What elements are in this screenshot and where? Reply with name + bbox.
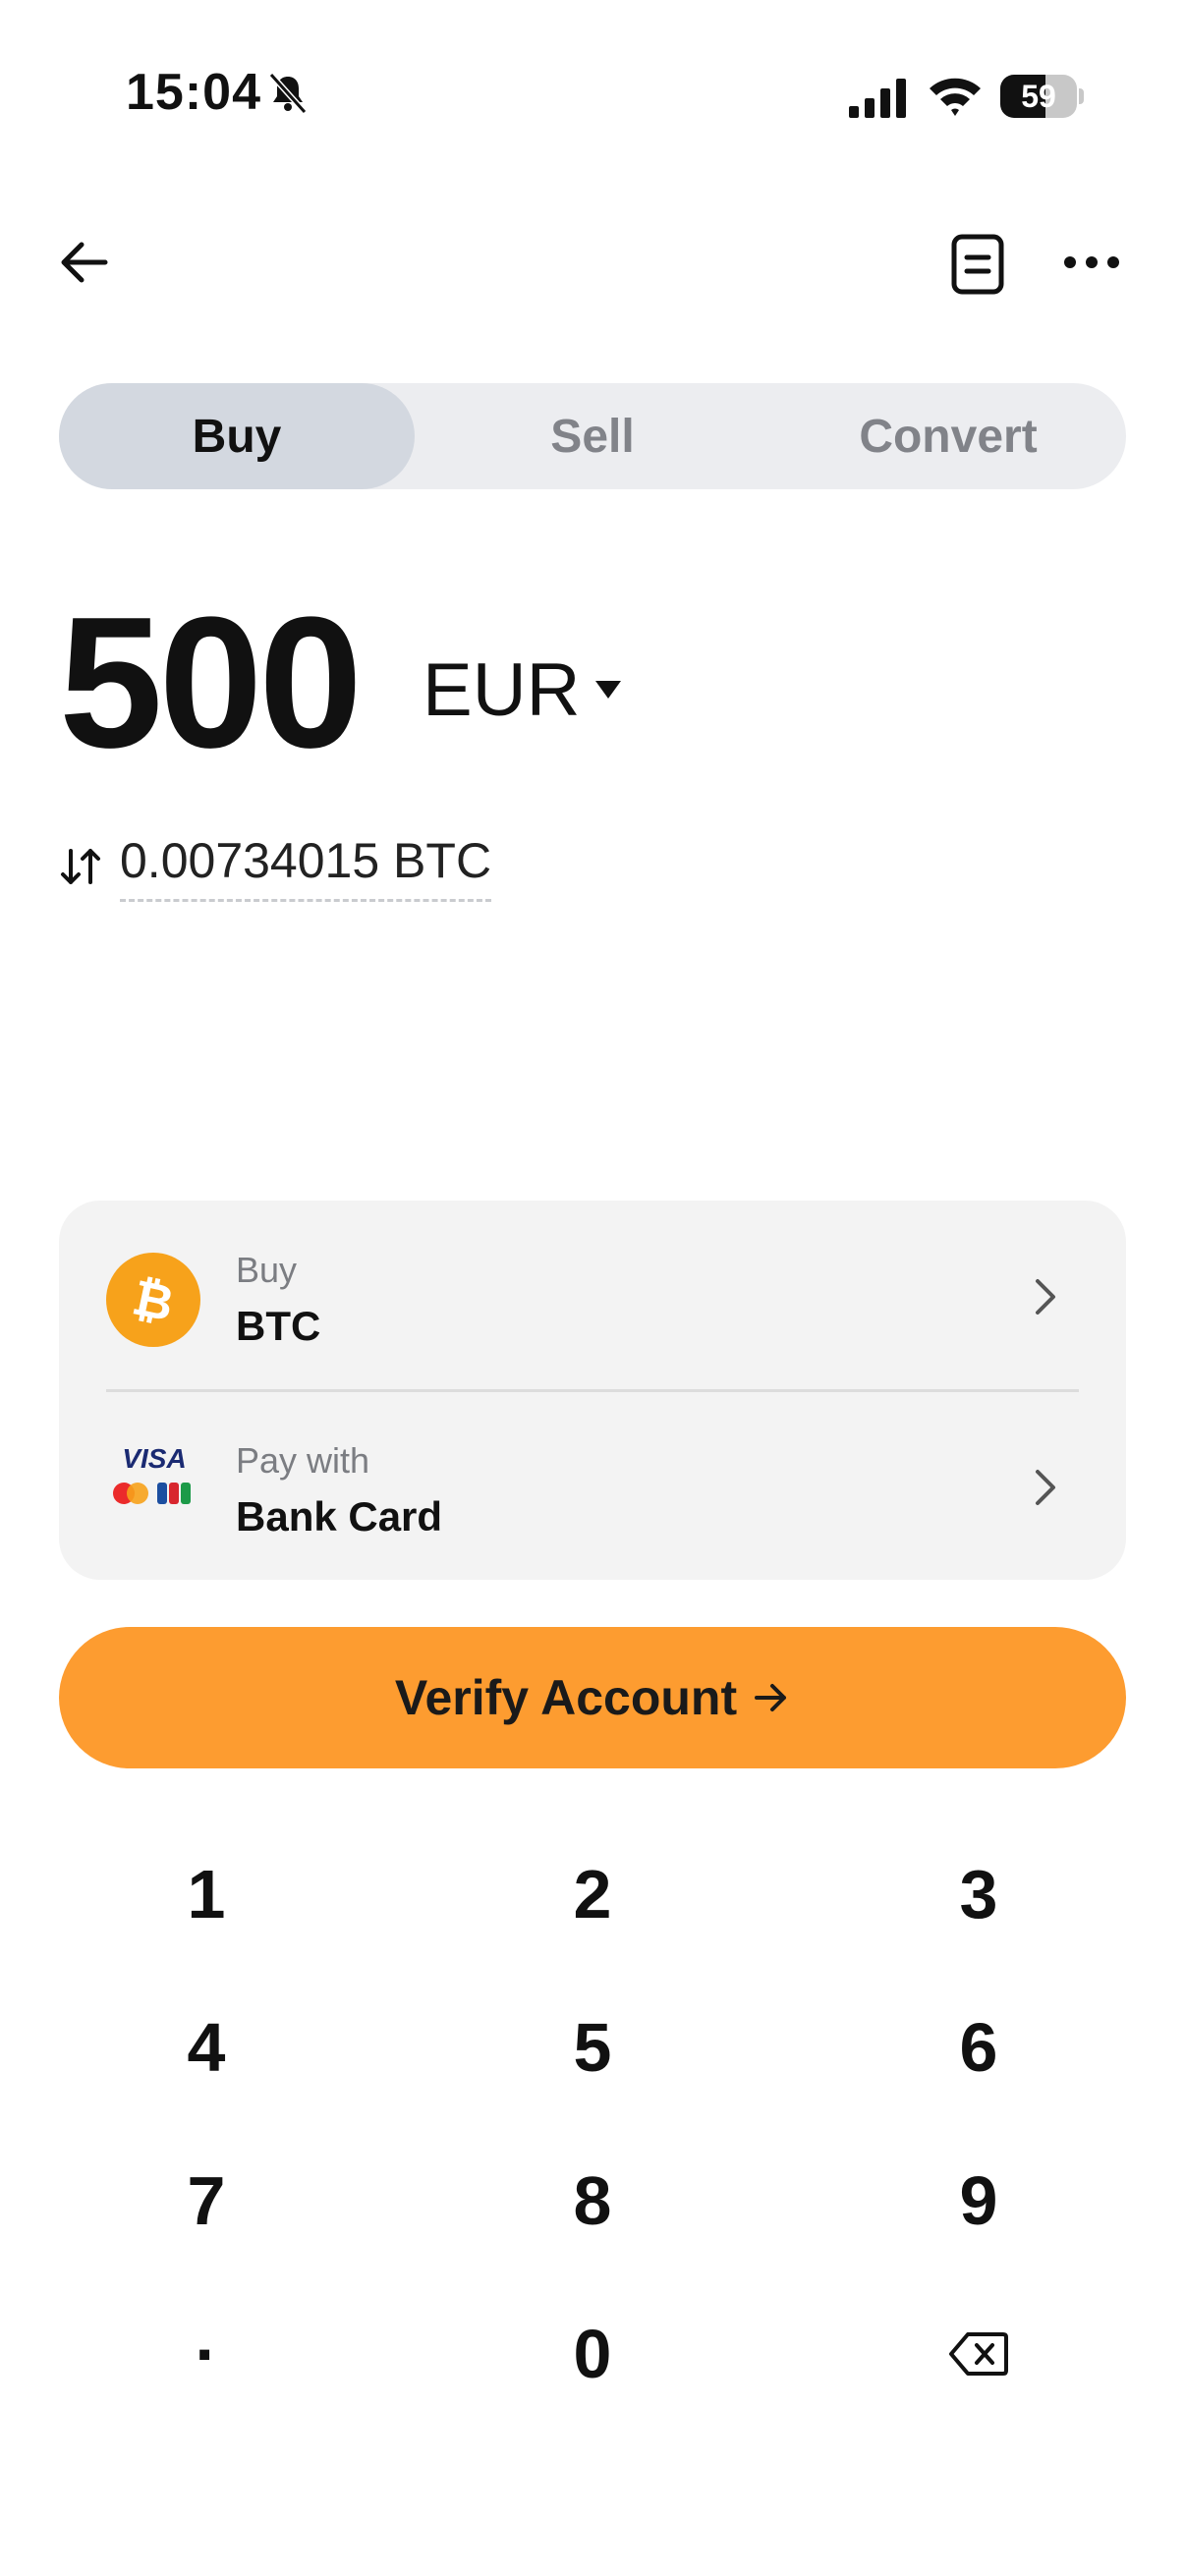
verify-account-button[interactable]: Verify Account [59, 1627, 1126, 1768]
conversion-toggle[interactable]: 0.00734015 BTC [59, 831, 492, 902]
key-backspace[interactable] [831, 2287, 1126, 2421]
tab-sell[interactable]: Sell [415, 383, 770, 489]
tab-buy[interactable]: Buy [59, 383, 415, 489]
key-9[interactable]: 9 [831, 2134, 1126, 2268]
key-2[interactable]: 2 [445, 1827, 740, 1961]
status-bar: 15:04 59 [0, 0, 1185, 187]
order-details-card: ₿ Buy BTC VISA Pay with Bank Card [59, 1201, 1126, 1580]
arrow-left-icon [61, 242, 108, 283]
key-decimal[interactable]: · [59, 2287, 354, 2421]
amount-value[interactable]: 500 [59, 589, 363, 776]
trade-mode-tabs: Buy Sell Convert [59, 383, 1126, 489]
more-horizontal-icon [1064, 256, 1119, 268]
currency-label: EUR [423, 647, 581, 732]
key-5[interactable]: 5 [445, 1981, 740, 2114]
key-6[interactable]: 6 [831, 1981, 1126, 2114]
asset-row-value: BTC [236, 1303, 321, 1349]
caret-down-icon [595, 681, 622, 699]
receipt-button[interactable] [943, 228, 1012, 301]
key-0[interactable]: 0 [445, 2287, 740, 2421]
chevron-right-icon [1036, 1279, 1055, 1315]
verify-account-label: Verify Account [394, 1670, 738, 1725]
backspace-icon [949, 2332, 1008, 2376]
currency-selector[interactable]: EUR [423, 648, 623, 732]
more-options-button[interactable] [1057, 228, 1126, 297]
battery-percent: 59 [1021, 79, 1056, 114]
battery-indicator: 59 [1000, 75, 1084, 118]
payment-row-label: Pay with [236, 1440, 370, 1481]
wifi-icon [930, 78, 981, 116]
swap-icon [61, 849, 100, 884]
svg-text:₿: ₿ [129, 1272, 178, 1327]
receipt-icon [951, 234, 1004, 295]
cellular-signal-icon [849, 79, 906, 118]
back-button[interactable] [49, 228, 118, 297]
bell-muted-icon [268, 72, 308, 115]
key-1[interactable]: 1 [59, 1827, 354, 1961]
key-4[interactable]: 4 [59, 1981, 354, 2114]
payment-row-value: Bank Card [236, 1493, 443, 1540]
payment-method-row[interactable]: VISA Pay with Bank Card [59, 1391, 1126, 1572]
chevron-right-icon [1036, 1470, 1055, 1505]
key-7[interactable]: 7 [59, 2134, 354, 2268]
card-networks-icon: VISA [113, 1443, 191, 1504]
status-time: 15:04 [126, 64, 261, 121]
bitcoin-icon: ₿ [106, 1253, 200, 1347]
key-3[interactable]: 3 [831, 1827, 1126, 1961]
svg-text:VISA: VISA [122, 1443, 186, 1474]
asset-row-label: Buy [236, 1250, 298, 1290]
asset-selector-row[interactable]: ₿ Buy BTC [59, 1201, 1126, 1381]
key-8[interactable]: 8 [445, 2134, 740, 2268]
arrow-right-icon [755, 1684, 787, 1711]
converted-amount: 0.00734015 BTC [120, 832, 492, 902]
tab-convert[interactable]: Convert [770, 383, 1126, 489]
